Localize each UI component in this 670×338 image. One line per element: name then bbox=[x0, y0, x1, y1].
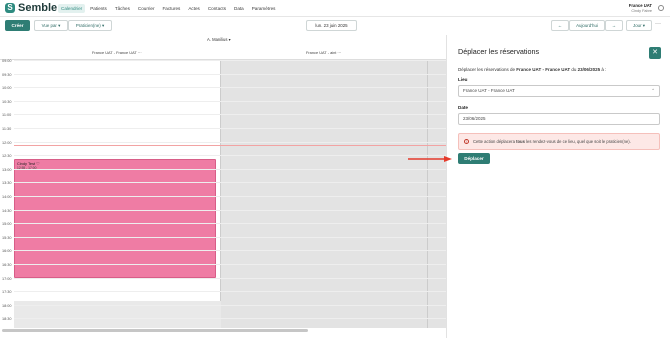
create-button[interactable]: Créer bbox=[5, 20, 30, 31]
hour-gridline bbox=[14, 291, 446, 293]
nav-actes[interactable]: Actes bbox=[185, 4, 203, 13]
move-button[interactable]: Déplacer bbox=[458, 153, 490, 164]
hour-gridline bbox=[14, 155, 446, 157]
hour-gridline bbox=[14, 209, 446, 211]
view-by-dropdown[interactable]: Vue par ▾ bbox=[34, 20, 68, 31]
hour-gridline bbox=[14, 223, 446, 225]
time-label: 16:30 bbox=[2, 263, 12, 267]
time-label: 13:00 bbox=[2, 167, 12, 172]
logo-icon: S bbox=[5, 3, 15, 13]
prev-day-button[interactable]: ← bbox=[551, 20, 569, 31]
time-label: 10:30 bbox=[2, 99, 12, 104]
warning-alert: ! Cette action déplacera tous les rendez… bbox=[458, 133, 660, 150]
nav-data[interactable]: Data bbox=[231, 4, 247, 13]
location-label: Lieu bbox=[458, 77, 468, 82]
arrow-annotation-icon bbox=[408, 156, 452, 162]
move-bookings-panel: Déplacer les réservations ✕ Déplacer les… bbox=[446, 35, 670, 338]
time-label: 13:30 bbox=[2, 181, 12, 186]
panel-title: Déplacer les réservations bbox=[458, 47, 540, 56]
hour-gridline bbox=[14, 114, 446, 116]
time-label: 14:00 bbox=[2, 195, 12, 199]
calendar-toolbar: Créer Vue par ▾ Praticien(ne) ▾ lun. 23 … bbox=[0, 18, 670, 35]
date-picker-button[interactable]: lun. 23 juin 2025 bbox=[306, 20, 357, 31]
hour-gridline bbox=[14, 182, 446, 184]
time-label: 17:00 bbox=[2, 276, 12, 281]
current-time-line bbox=[14, 145, 446, 146]
hour-gridline bbox=[14, 264, 446, 265]
date-input[interactable]: 23/06/2025 bbox=[458, 113, 660, 125]
semble-logo[interactable]: S Semble bbox=[5, 2, 58, 14]
hour-gridline bbox=[14, 277, 446, 279]
column-header-2[interactable]: France UAT - aint ··· bbox=[306, 50, 341, 55]
horizontal-scrollbar[interactable] bbox=[2, 329, 308, 332]
today-button[interactable]: Aujourd'hui bbox=[569, 20, 605, 31]
time-column: 09:00 09:30 10:00 10:30 11:00 11:30 12:00 12:30… bbox=[0, 59, 14, 328]
time-label: 18:00 bbox=[2, 303, 12, 308]
hour-gridline bbox=[14, 141, 446, 143]
hour-gridline bbox=[14, 73, 446, 75]
nav-factures[interactable]: Factures bbox=[159, 4, 183, 13]
time-label: 15:30 bbox=[2, 235, 12, 240]
appointment-block[interactable]: Cindy Test ♡ 12:55 - 17:00 bbox=[14, 159, 216, 278]
range-dropdown[interactable]: Jour ▾ bbox=[626, 20, 652, 31]
user-avatar-icon[interactable] bbox=[658, 5, 664, 11]
time-label: 09:30 bbox=[2, 72, 12, 77]
hour-gridline bbox=[14, 196, 446, 197]
hour-gridline bbox=[14, 100, 446, 102]
nav-items: Calendrier Patients Tâches Courrier Fact… bbox=[58, 4, 278, 13]
more-options-icon[interactable]: ··· bbox=[655, 21, 661, 27]
nav-patients[interactable]: Patients bbox=[87, 4, 110, 13]
next-day-button[interactable]: → bbox=[605, 20, 623, 31]
location-select[interactable]: France UAT - France UAT ⌃ bbox=[458, 85, 660, 97]
time-label: 11:00 bbox=[2, 113, 12, 118]
clinic-name: France UAT bbox=[628, 3, 652, 8]
info-icon: ! bbox=[464, 139, 469, 144]
clinic-info[interactable]: France UAT Cindy Fabre bbox=[629, 3, 652, 13]
logo-text: Semble bbox=[18, 2, 58, 14]
time-label: 11:30 bbox=[2, 127, 12, 131]
time-label: 18:30 bbox=[2, 317, 12, 322]
close-icon[interactable]: ✕ bbox=[649, 47, 661, 59]
chevron-down-icon: ⌃ bbox=[651, 88, 655, 93]
hour-gridline bbox=[14, 128, 446, 129]
hour-gridline bbox=[14, 318, 446, 320]
time-label: 09:00 bbox=[2, 59, 12, 63]
nav-taches[interactable]: Tâches bbox=[112, 4, 133, 13]
time-label: 14:30 bbox=[2, 208, 12, 213]
top-navigation: S Semble Calendrier Patients Tâches Cour… bbox=[0, 0, 670, 17]
time-label: 16:00 bbox=[2, 249, 12, 254]
time-label: 10:00 bbox=[2, 86, 12, 91]
time-label: 12:30 bbox=[2, 154, 12, 159]
panel-description: Déplacer les réservations de France UAT … bbox=[458, 67, 607, 72]
warning-text: Cette action déplacera tous les rendez-v… bbox=[473, 139, 631, 144]
calendar-grid[interactable]: 09:00 09:30 10:00 10:30 11:00 11:30 12:00 12:30… bbox=[0, 59, 446, 328]
nav-parametres[interactable]: Paramètres bbox=[249, 4, 279, 13]
time-label: 15:00 bbox=[2, 222, 12, 227]
time-label: 12:00 bbox=[2, 140, 12, 145]
hour-gridline bbox=[14, 168, 446, 170]
nav-courrier[interactable]: Courrier bbox=[135, 4, 158, 13]
hour-gridline bbox=[14, 60, 446, 61]
practitioner-selector[interactable]: A. Manilius ▾ bbox=[207, 37, 231, 42]
practitioner-dropdown[interactable]: Praticien(ne) ▾ bbox=[68, 20, 112, 31]
hour-gridline bbox=[14, 87, 446, 89]
hour-gridline bbox=[14, 250, 446, 252]
nav-contacts[interactable]: Contacts bbox=[205, 4, 229, 13]
nav-calendrier[interactable]: Calendrier bbox=[58, 4, 86, 13]
hour-gridline bbox=[14, 236, 446, 238]
user-name: Cindy Fabre bbox=[631, 9, 652, 13]
calendar-header: A. Manilius ▾ France UAT - France UAT ··… bbox=[0, 35, 446, 59]
time-label: 17:30 bbox=[2, 290, 12, 295]
hour-gridline bbox=[14, 304, 446, 306]
column-header-1[interactable]: France UAT - France UAT ··· bbox=[92, 50, 142, 55]
date-label: Date bbox=[458, 105, 468, 110]
